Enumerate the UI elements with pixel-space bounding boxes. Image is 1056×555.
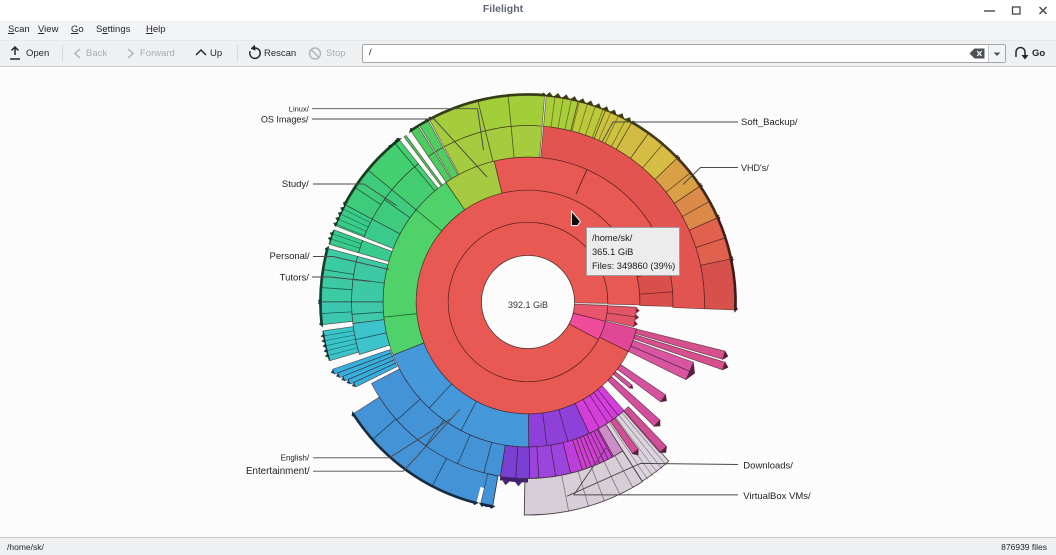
svg-text:VHD's/: VHD's/: [741, 163, 769, 173]
svg-text:Study/: Study/: [282, 179, 309, 190]
svg-text:Linux/: Linux/: [289, 105, 310, 114]
svg-text:Downloads/: Downloads/: [743, 460, 793, 471]
svg-text:Entertainment/: Entertainment/: [246, 466, 310, 477]
svg-text:VirtualBox VMs/: VirtualBox VMs/: [743, 491, 811, 502]
svg-text:OS Images/: OS Images/: [261, 114, 309, 124]
svg-text:392.1 GiB: 392.1 GiB: [508, 300, 548, 310]
svg-text:Soft_Backup/: Soft_Backup/: [741, 117, 798, 128]
svg-text:English/: English/: [281, 454, 310, 463]
svg-text:Personal/: Personal/: [270, 251, 310, 262]
svg-text:Tutors/: Tutors/: [280, 273, 310, 284]
